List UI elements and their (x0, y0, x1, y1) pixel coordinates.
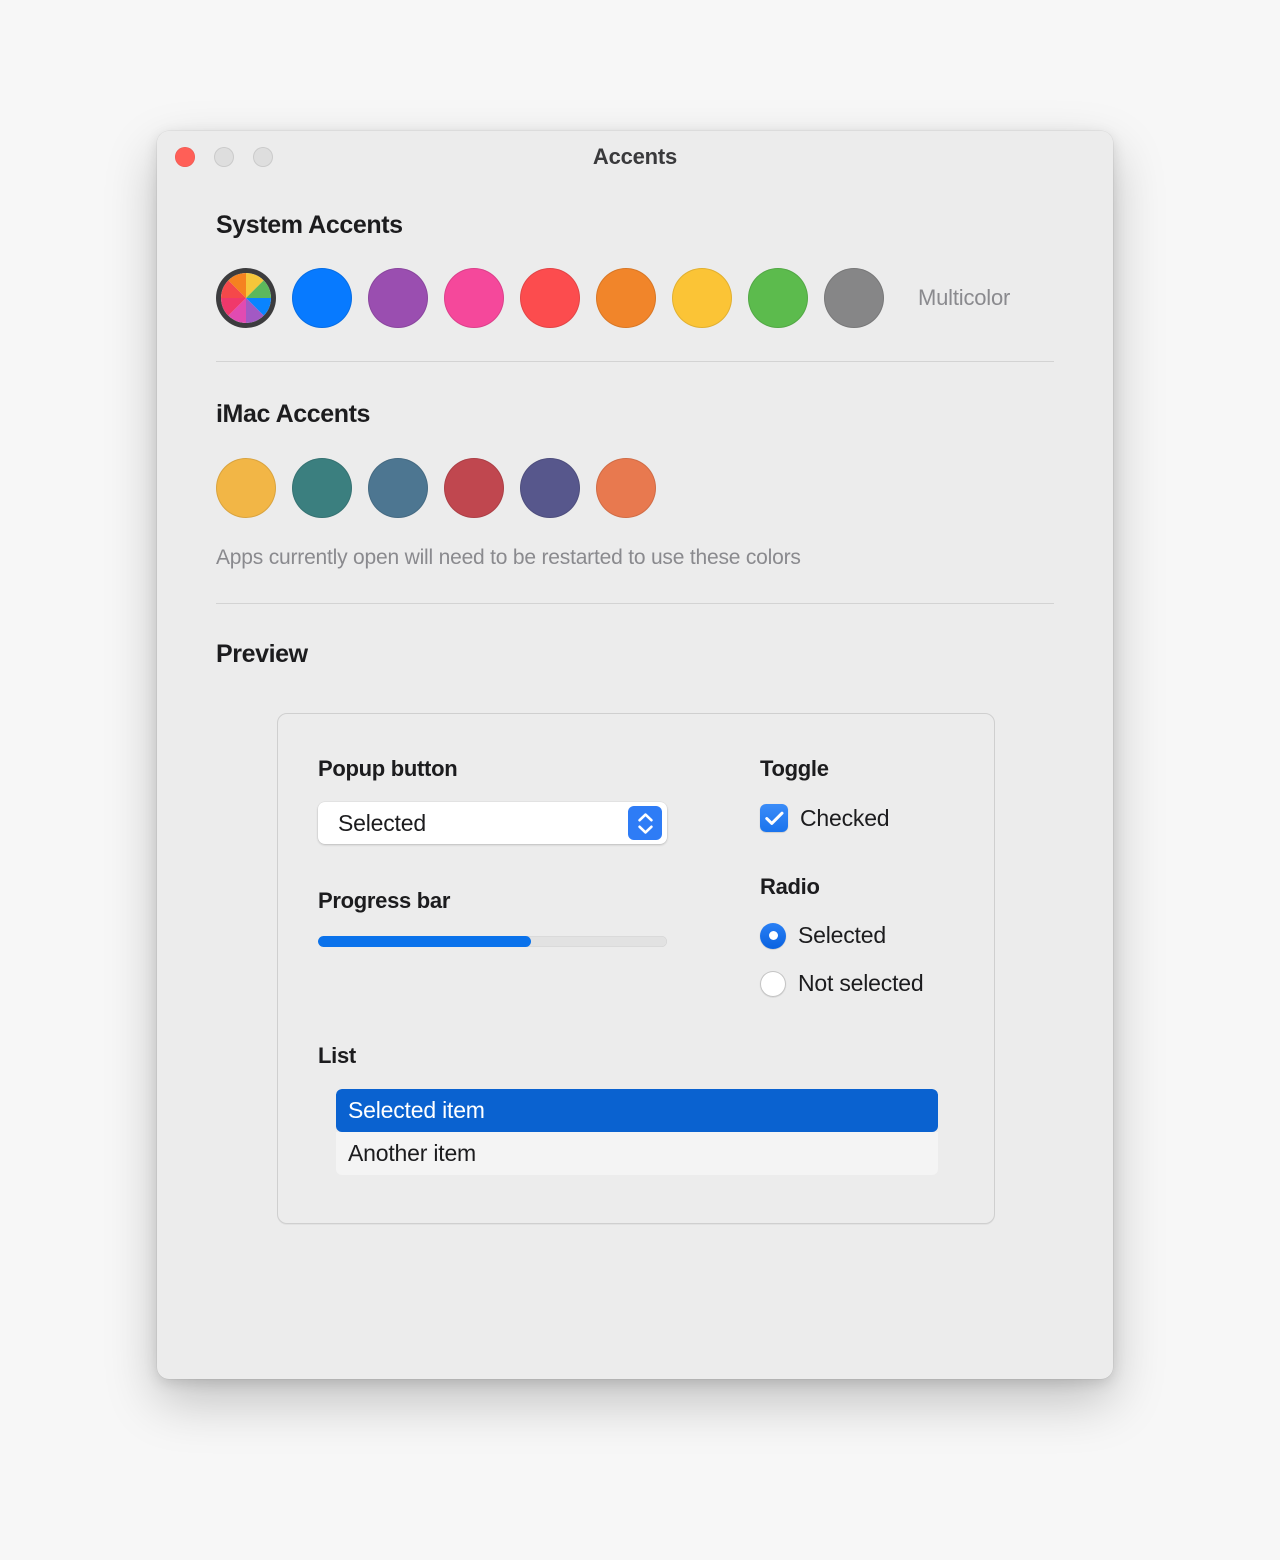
restart-note: Apps currently open will need to be rest… (216, 546, 801, 569)
list-box: Selected item Another item (336, 1089, 938, 1175)
accent-swatch-pink[interactable] (444, 268, 504, 328)
preview-left-column: Popup button Selected Progress bar (318, 756, 708, 997)
preview-heading: Preview (216, 640, 308, 668)
system-accents-swatch-row: Multicolor (216, 268, 1054, 328)
popup-stepper-button[interactable] (628, 806, 662, 840)
radio-label-selected: Selected (798, 922, 886, 948)
list-item-text: Another item (348, 1140, 476, 1166)
toggle-label: Toggle (760, 756, 829, 781)
system-accents-heading: System Accents (216, 211, 403, 239)
radio-option-selected[interactable]: Selected (760, 922, 954, 949)
radio-dot-icon (768, 931, 778, 940)
preview-list-block: List Selected item Another item (318, 1043, 954, 1175)
radio-group-label: Radio (760, 874, 820, 899)
traffic-light-group (175, 147, 273, 167)
imac-accents-section: iMac Accents Apps currently open will ne… (157, 362, 1113, 570)
multicolor-label: Multicolor (918, 285, 1011, 310)
accent-swatch-red[interactable] (520, 268, 580, 328)
progress-bar (318, 936, 667, 947)
popup-button-value: Selected (338, 809, 426, 836)
preview-panel: Popup button Selected Progress bar Toggl… (277, 713, 995, 1224)
checkbox-checked-icon[interactable] (760, 804, 788, 832)
imac-swatch-blue[interactable] (368, 458, 428, 518)
preview-right-column: Toggle Checked Radio Selected Not select… (708, 756, 954, 997)
checkmark-icon (764, 811, 783, 825)
radio-unselected-icon[interactable] (760, 970, 786, 997)
imac-swatch-red[interactable] (444, 458, 504, 518)
radio-option-not-selected[interactable]: Not selected (760, 970, 954, 997)
progress-bar-fill (318, 936, 531, 947)
list-item-selected[interactable]: Selected item (336, 1089, 938, 1132)
preview-section: Preview (157, 604, 1113, 669)
accent-swatch-green[interactable] (748, 268, 808, 328)
accent-swatch-orange[interactable] (596, 268, 656, 328)
accents-preferences-window: Accents System Accents Multicolor iMac A… (157, 131, 1113, 1379)
window-title: Accents (592, 144, 678, 169)
list-item-selected-text: Selected item (348, 1097, 485, 1123)
imac-accents-swatch-row (216, 458, 1054, 518)
radio-label-not-selected: Not selected (798, 970, 924, 996)
imac-swatch-orange[interactable] (596, 458, 656, 518)
chevron-up-icon (637, 812, 653, 821)
close-button-icon[interactable] (175, 147, 195, 167)
maximize-button-icon[interactable] (253, 147, 273, 167)
progress-bar-label: Progress bar (318, 888, 451, 913)
desktop-background: Accents System Accents Multicolor iMac A… (0, 0, 1280, 1560)
system-accents-section: System Accents Multicolor (157, 183, 1113, 328)
accent-swatch-blue[interactable] (292, 268, 352, 328)
imac-swatch-yellow[interactable] (216, 458, 276, 518)
imac-swatch-green[interactable] (292, 458, 352, 518)
accent-swatch-yellow[interactable] (672, 268, 732, 328)
popup-button-label: Popup button (318, 756, 458, 781)
preview-top-grid: Popup button Selected Progress bar Toggl… (318, 756, 954, 997)
window-content: System Accents Multicolor iMac Accents A… (157, 183, 1113, 1224)
list-label: List (318, 1043, 356, 1068)
imac-swatch-purple[interactable] (520, 458, 580, 518)
radio-selected-icon[interactable] (760, 922, 786, 949)
accent-swatch-purple[interactable] (368, 268, 428, 328)
accent-swatch-graphite[interactable] (824, 268, 884, 328)
imac-accents-heading: iMac Accents (216, 400, 371, 428)
window-titlebar: Accents (157, 131, 1113, 183)
list-item[interactable]: Another item (336, 1132, 938, 1175)
accent-swatch-multicolor[interactable] (221, 273, 271, 323)
chevron-down-icon (637, 825, 653, 834)
popup-button[interactable]: Selected (318, 802, 667, 844)
checkbox-row[interactable]: Checked (760, 804, 954, 832)
minimize-button-icon[interactable] (214, 147, 234, 167)
checkbox-label: Checked (800, 804, 890, 831)
multicolor-wheel-icon (221, 273, 271, 323)
